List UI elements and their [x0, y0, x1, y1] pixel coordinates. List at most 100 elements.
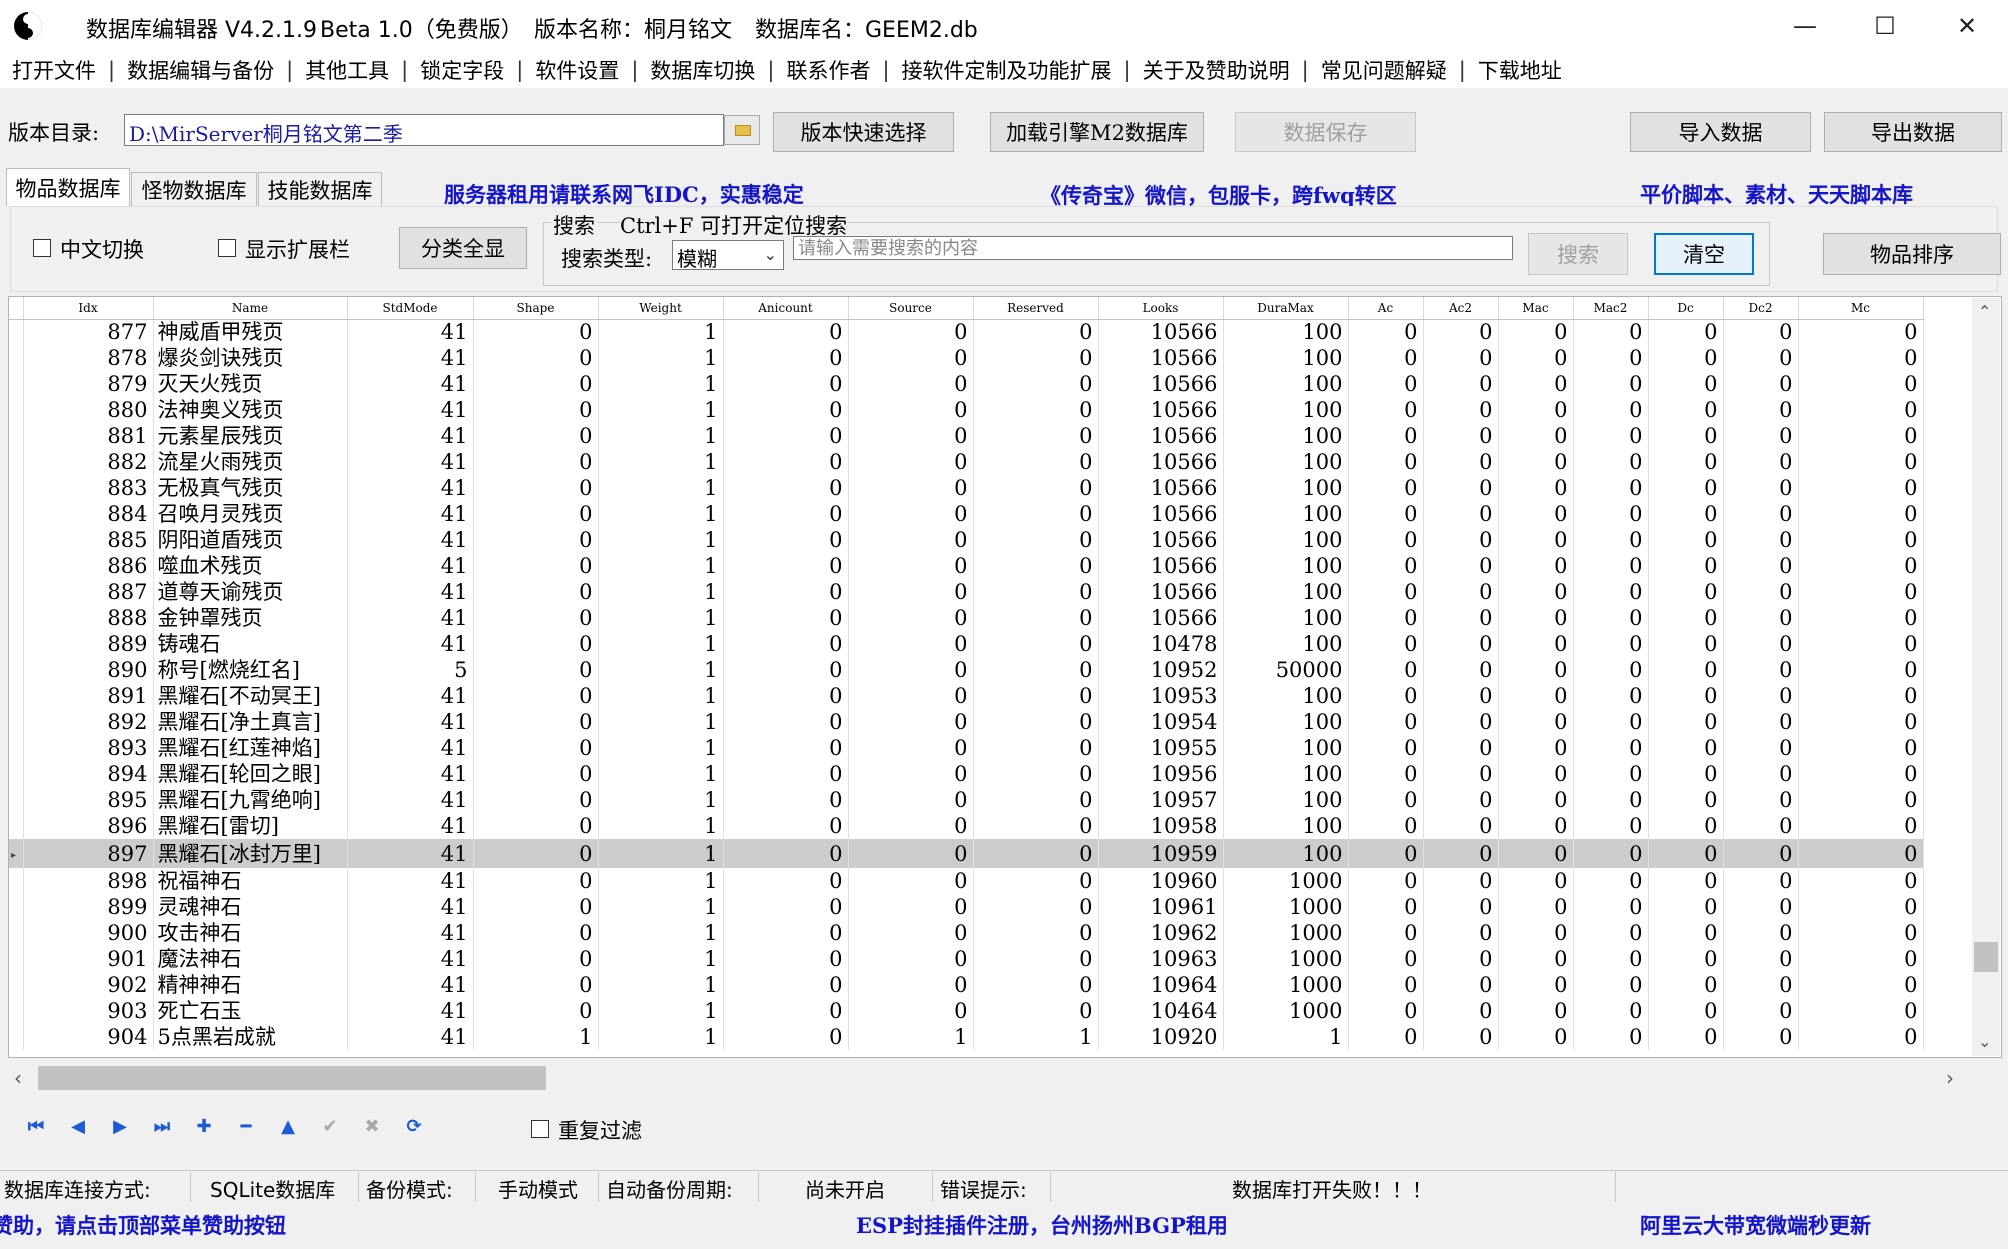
cell-value[interactable]: 1 — [598, 423, 724, 449]
table-row[interactable]: 877 神威盾甲残页 41 0 1 0 0 0 10566 100 0 0 0 0 0 0 0 — [9, 319, 1924, 345]
cell-value[interactable]: 0 — [1498, 501, 1574, 527]
cell-name[interactable]: 灵魂神石 — [153, 894, 348, 920]
table-row[interactable]: 902 精神神石 41 0 1 0 0 0 10964 1000 0 0 0 0 0 0 0 — [9, 972, 1924, 998]
cell-value[interactable]: 41 — [347, 920, 474, 946]
column-header[interactable]: DuraMax — [1223, 297, 1349, 320]
cell-value[interactable]: 0 — [723, 972, 849, 998]
cell-value[interactable]: 0 — [1648, 501, 1724, 527]
cell-idx[interactable]: 894 — [23, 761, 154, 787]
cell-value[interactable]: 0 — [1798, 683, 1924, 709]
browse-folder-button[interactable] — [724, 115, 760, 145]
cell-value[interactable]: 0 — [723, 735, 849, 761]
cell-value[interactable]: 0 — [1723, 449, 1799, 475]
cell-value[interactable]: 41 — [347, 1024, 474, 1050]
close-button[interactable]: ✕ — [1927, 0, 2007, 52]
cell-name[interactable]: 黑耀石[冰封万里] — [153, 839, 348, 868]
column-header[interactable]: Looks — [1098, 297, 1224, 320]
cell-name[interactable]: 精神神石 — [153, 972, 348, 998]
cell-idx[interactable]: 899 — [23, 894, 154, 920]
table-row[interactable]: 888 金钟罩残页 41 0 1 0 0 0 10566 100 0 0 0 0 0 0 0 — [9, 605, 1924, 631]
table-row[interactable]: 895 黑耀石[九霄绝响] 41 0 1 0 0 0 10957 100 0 0 0 0 0 0 0 — [9, 787, 1924, 813]
row-indicator[interactable] — [9, 345, 24, 371]
cell-value[interactable]: 10566 — [1098, 527, 1224, 553]
table-row[interactable]: 903 死亡石玉 41 0 1 0 0 0 10464 1000 0 0 0 0 0 0 0 — [9, 998, 1924, 1024]
cell-idx[interactable]: 897 — [23, 839, 154, 868]
menu-item-about[interactable]: 关于及赞助说明 — [1139, 55, 1294, 85]
table-row[interactable]: 899 灵魂神石 41 0 1 0 0 0 10961 1000 0 0 0 0 0 0 0 — [9, 894, 1924, 920]
cell-value[interactable]: 0 — [1573, 657, 1649, 683]
cell-value[interactable]: 0 — [848, 319, 974, 345]
row-indicator[interactable] — [9, 423, 24, 449]
cell-value[interactable]: 0 — [1498, 972, 1574, 998]
cell-value[interactable]: 0 — [1423, 920, 1499, 946]
cell-value[interactable]: 41 — [347, 553, 474, 579]
cell-value[interactable]: 10464 — [1098, 998, 1224, 1024]
cell-value[interactable]: 0 — [1573, 631, 1649, 657]
cell-value[interactable]: 0 — [723, 683, 849, 709]
cell-value[interactable]: 1 — [473, 1024, 599, 1050]
menu-item-open-file[interactable]: 打开文件 — [8, 55, 100, 85]
column-header[interactable]: Reserved — [973, 297, 1099, 320]
cell-value[interactable]: 0 — [473, 998, 599, 1024]
cell-value[interactable]: 0 — [1798, 657, 1924, 683]
cell-value[interactable]: 0 — [1498, 894, 1574, 920]
cell-value[interactable]: 0 — [848, 371, 974, 397]
cell-name[interactable]: 爆炎剑诀残页 — [153, 345, 348, 371]
cell-value[interactable]: 0 — [1723, 683, 1799, 709]
cell-value[interactable]: 41 — [347, 475, 474, 501]
menu-item-faq[interactable]: 常见问题解疑 — [1317, 55, 1451, 85]
cell-value[interactable]: 0 — [723, 501, 849, 527]
cell-value[interactable]: 10566 — [1098, 397, 1224, 423]
cell-value[interactable]: 0 — [848, 449, 974, 475]
cell-value[interactable]: 0 — [1423, 449, 1499, 475]
cell-value[interactable]: 0 — [1498, 319, 1574, 345]
cell-value[interactable]: 0 — [1798, 397, 1924, 423]
column-header[interactable]: Dc — [1648, 297, 1724, 320]
cell-value[interactable]: 10478 — [1098, 631, 1224, 657]
cell-value[interactable]: 1 — [598, 579, 724, 605]
cell-value[interactable]: 1 — [973, 1024, 1099, 1050]
cell-name[interactable]: 魔法神石 — [153, 946, 348, 972]
cell-value[interactable]: 0 — [973, 319, 1099, 345]
table-row[interactable]: 878 爆炎剑诀残页 41 0 1 0 0 0 10566 100 0 0 0 0 0 0 0 — [9, 345, 1924, 371]
row-indicator[interactable] — [9, 920, 24, 946]
cell-value[interactable]: 1 — [598, 839, 724, 868]
cell-value[interactable]: 0 — [723, 787, 849, 813]
cell-value[interactable]: 1 — [598, 657, 724, 683]
cell-value[interactable]: 0 — [473, 449, 599, 475]
cell-value[interactable]: 1 — [598, 371, 724, 397]
cell-value[interactable]: 0 — [1648, 946, 1724, 972]
cell-value[interactable]: 0 — [1798, 345, 1924, 371]
cell-value[interactable]: 0 — [1798, 868, 1924, 894]
cell-value[interactable]: 1 — [598, 553, 724, 579]
item-data-grid[interactable]: Idx Name StdMode Shape Weight Anicount Source R… — [8, 296, 2002, 1058]
cell-value[interactable]: 0 — [1348, 972, 1424, 998]
cell-value[interactable]: 0 — [1573, 998, 1649, 1024]
cn-switch-checkbox[interactable] — [33, 239, 51, 257]
cell-value[interactable]: 1 — [598, 972, 724, 998]
cell-value[interactable]: 100 — [1223, 475, 1349, 501]
cell-value[interactable]: 0 — [1498, 397, 1574, 423]
cell-value[interactable]: 10960 — [1098, 868, 1224, 894]
column-header[interactable]: Mc — [1798, 297, 1924, 320]
cell-value[interactable]: 0 — [1723, 709, 1799, 735]
cell-value[interactable]: 0 — [1648, 423, 1724, 449]
cell-value[interactable]: 0 — [1423, 579, 1499, 605]
cell-value[interactable]: 0 — [1423, 475, 1499, 501]
cell-value[interactable]: 0 — [848, 998, 974, 1024]
cell-value[interactable]: 0 — [1723, 631, 1799, 657]
cell-name[interactable]: 道尊天谕残页 — [153, 579, 348, 605]
cell-value[interactable]: 50000 — [1223, 657, 1349, 683]
cell-value[interactable]: 41 — [347, 579, 474, 605]
table-row[interactable]: 881 元素星辰残页 41 0 1 0 0 0 10566 100 0 0 0 0 0 0 0 — [9, 423, 1924, 449]
cell-value[interactable]: 1000 — [1223, 998, 1349, 1024]
cell-value[interactable]: 0 — [1573, 475, 1649, 501]
cell-value[interactable]: 0 — [723, 553, 849, 579]
cell-value[interactable]: 0 — [723, 397, 849, 423]
cell-value[interactable]: 10964 — [1098, 972, 1224, 998]
cell-value[interactable]: 0 — [1648, 527, 1724, 553]
cell-value[interactable]: 0 — [1573, 449, 1649, 475]
dir-path-input[interactable]: D:\MirServer桐月铭文第二季 — [124, 114, 724, 146]
cell-value[interactable]: 0 — [1573, 709, 1649, 735]
cell-value[interactable]: 0 — [1573, 397, 1649, 423]
